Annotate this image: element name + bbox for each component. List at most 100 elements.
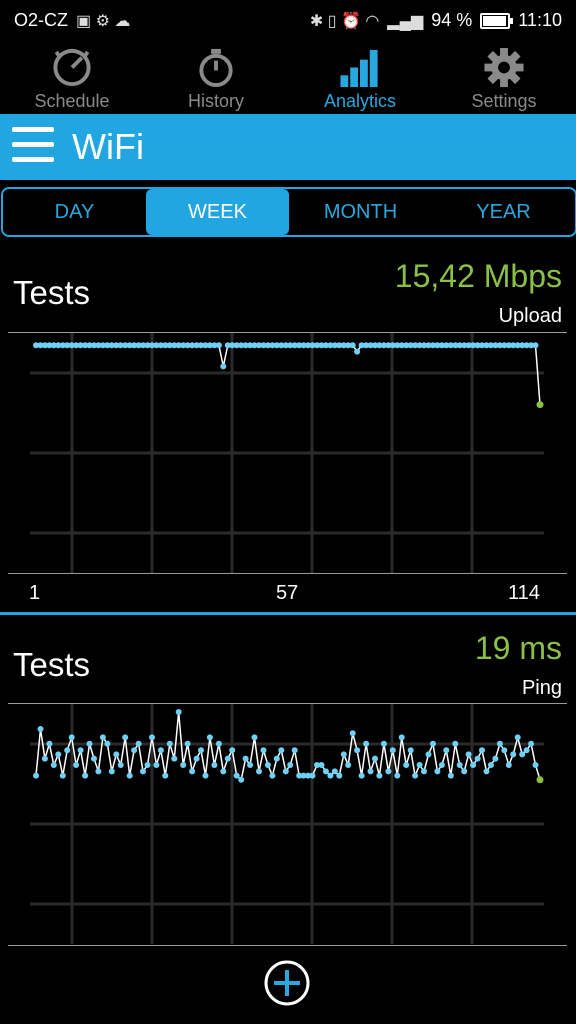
data-point: [438, 762, 445, 768]
data-point: [492, 755, 499, 762]
tab-history[interactable]: History: [144, 40, 288, 112]
tab-analytics[interactable]: Analytics: [288, 40, 432, 112]
data-point: [474, 755, 481, 762]
clock: 11:10: [518, 10, 562, 30]
data-point: [211, 762, 218, 768]
data-point: [198, 747, 204, 754]
period-week[interactable]: WEEK: [146, 189, 289, 235]
data-point: [430, 740, 436, 747]
data-point: [95, 768, 102, 775]
data-point: [256, 768, 262, 775]
ping-chart: [30, 704, 544, 944]
x-tick-last: 114: [508, 582, 540, 604]
panel-separator: [0, 612, 576, 615]
data-point: [220, 768, 227, 775]
data-point: [264, 762, 271, 768]
data-point: [247, 762, 254, 768]
data-point: [425, 751, 432, 758]
data-point: [434, 768, 441, 775]
stopwatch-icon: [199, 48, 233, 88]
data-point: [50, 762, 57, 768]
data-point: [479, 747, 485, 754]
data-point: [358, 772, 365, 779]
data-point: [91, 755, 97, 762]
ping-value: 19 ms: [474, 630, 562, 666]
data-point: [278, 747, 285, 754]
data-point: [233, 772, 240, 779]
period-selector: DAY WEEK MONTH YEAR: [1, 187, 576, 237]
data-point: [349, 730, 356, 737]
data-point: [215, 342, 222, 349]
carrier-label: O2-CZ: [14, 10, 68, 30]
data-point: [215, 740, 222, 747]
data-point: [113, 751, 120, 758]
period-year[interactable]: YEAR: [432, 189, 575, 235]
upload-label: Upload: [498, 305, 562, 327]
data-point: [68, 734, 75, 741]
data-point: [126, 772, 133, 779]
data-point: [322, 768, 329, 775]
data-point: [77, 747, 84, 754]
data-point: [327, 772, 334, 779]
data-point: [140, 768, 146, 775]
data-point: [144, 762, 151, 768]
data-point: [33, 772, 39, 779]
data-point: [131, 747, 138, 754]
data-point: [403, 762, 410, 768]
data-point: [55, 751, 62, 758]
app-header: WiFi: [0, 114, 576, 180]
data-point: [354, 747, 361, 754]
data-point: [421, 768, 427, 775]
data-point: [184, 740, 191, 747]
notification-icons: ▣ ⚙ ☁: [76, 12, 131, 30]
add-button[interactable]: [264, 960, 310, 1006]
data-point: [287, 762, 294, 768]
upload-panel-title: Tests: [13, 274, 91, 311]
chart-bottom-line: [8, 945, 567, 946]
data-point: [443, 747, 450, 754]
data-point: [394, 772, 401, 779]
data-point: [532, 342, 539, 349]
page-title: WiFi: [72, 126, 144, 167]
data-point: [514, 734, 521, 741]
period-month[interactable]: MONTH: [289, 189, 432, 235]
data-point: [37, 726, 44, 732]
data-point: [86, 740, 93, 747]
status-bar: O2-CZ ▣ ⚙ ☁ ✱ ▯ ⏰ ◠ ▂▄▆ 94 % 11:10: [0, 0, 576, 38]
data-point: [470, 762, 477, 768]
system-status-icons: ✱ ▯ ⏰ ◠: [309, 12, 380, 30]
data-point: [461, 768, 468, 775]
battery-percent: 94 %: [431, 10, 473, 30]
data-point: [59, 772, 66, 779]
data-point: [224, 755, 231, 762]
data-point: [536, 401, 544, 409]
gear-icon: [484, 47, 524, 88]
data-point: [367, 768, 374, 775]
data-point: [372, 755, 378, 762]
tab-schedule[interactable]: Schedule: [0, 40, 144, 112]
data-point: [220, 363, 227, 370]
data-point: [483, 768, 490, 775]
data-point: [149, 734, 155, 741]
tab-settings[interactable]: Settings: [432, 40, 576, 112]
data-point: [345, 762, 352, 768]
data-point: [238, 776, 245, 783]
data-point: [385, 768, 392, 775]
period-day[interactable]: DAY: [3, 189, 146, 235]
data-point: [309, 772, 316, 779]
data-point: [269, 772, 276, 779]
data-point: [407, 747, 414, 754]
data-point: [510, 751, 517, 758]
plus-icon: [274, 970, 300, 996]
data-point: [202, 772, 209, 779]
data-point: [64, 747, 71, 754]
x-tick-mid: 57: [276, 582, 299, 604]
data-point: [251, 734, 258, 741]
data-point: [452, 740, 459, 747]
data-point: [523, 747, 530, 754]
menu-icon[interactable]: [12, 127, 54, 167]
data-point: [189, 768, 196, 775]
data-point: [82, 772, 89, 779]
schedule-icon: [53, 48, 91, 87]
data-point: [104, 740, 111, 747]
